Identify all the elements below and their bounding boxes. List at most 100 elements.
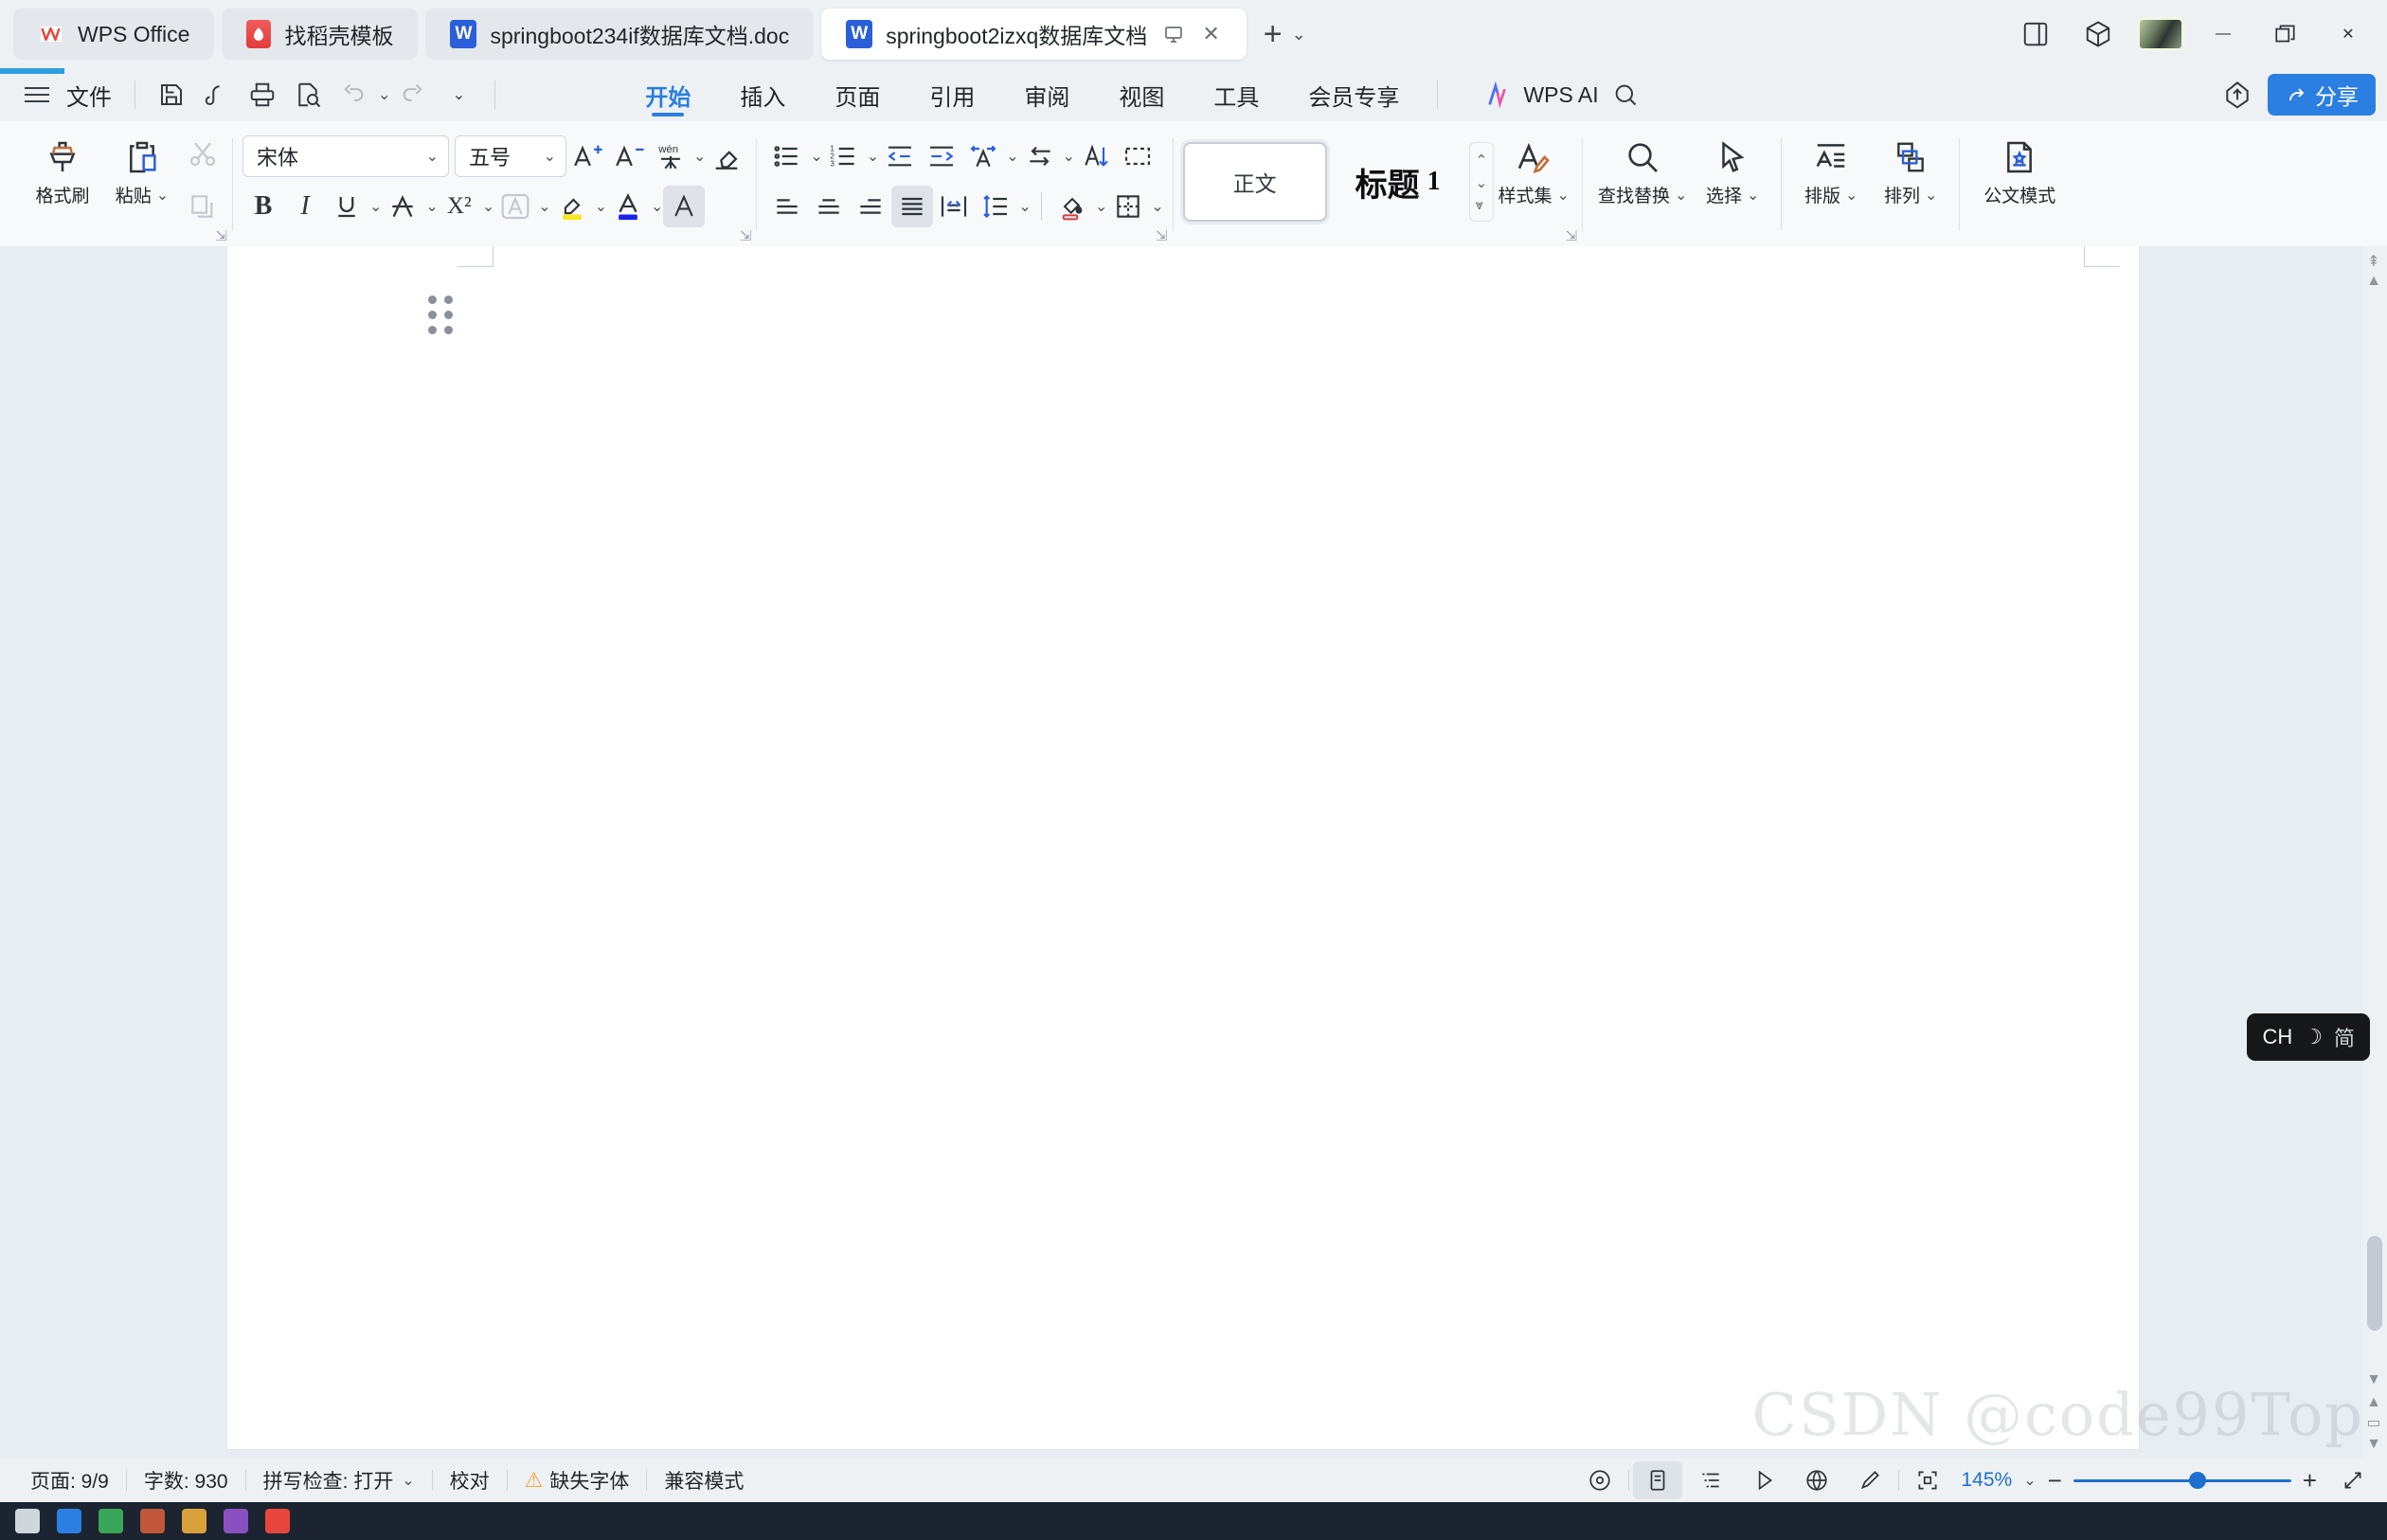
app-grid-icon[interactable] (2006, 8, 2065, 61)
close-tab-icon[interactable]: ✕ (1200, 22, 1221, 46)
enclose-character-button[interactable] (494, 186, 536, 227)
arrange-button[interactable]: 排列 ⌄ (1871, 127, 1950, 207)
font-family-select[interactable]: 宋体 ⌄ (242, 135, 449, 177)
maximize-button[interactable] (2256, 8, 2315, 61)
save-icon[interactable] (149, 74, 194, 116)
close-window-button[interactable]: ✕ (2319, 8, 2378, 61)
italic-button[interactable]: I (284, 186, 326, 227)
taskbar-app-icon[interactable] (99, 1509, 123, 1533)
file-menu-button[interactable]: 文件 (57, 79, 121, 112)
print-preview-icon[interactable] (285, 74, 331, 116)
strikethrough-button[interactable] (382, 186, 423, 227)
chevron-down-icon[interactable]: ⌄ (538, 197, 550, 216)
chevron-down-icon[interactable]: ⌄ (369, 197, 382, 216)
pinyin-guide-button[interactable]: wén (650, 135, 691, 177)
copy-button[interactable] (182, 186, 224, 227)
zoom-slider[interactable] (2073, 1461, 2291, 1499)
outline-view-icon[interactable] (1686, 1461, 1735, 1499)
previous-page-icon[interactable]: ▲ (2364, 1394, 2383, 1411)
chevron-down-icon[interactable]: ⌄ (482, 197, 494, 216)
cut-button[interactable] (182, 133, 224, 174)
styles-scroll-down-button[interactable]: ⌄ (1476, 174, 1488, 191)
increase-font-size-button[interactable] (566, 135, 608, 177)
style-normal[interactable]: 正文 (1182, 142, 1327, 222)
style-set-button[interactable]: 样式集 ⌄ (1494, 127, 1573, 207)
increase-indent-button[interactable] (921, 135, 962, 177)
redo-icon[interactable] (390, 74, 436, 116)
scroll-top-icon[interactable]: ⇞ (2364, 252, 2383, 271)
zoom-slider-knob[interactable] (2188, 1472, 2206, 1489)
presentation-view-icon[interactable] (1739, 1461, 1788, 1499)
chevron-down-icon[interactable]: ⌄ (378, 85, 390, 104)
wps-ai-button[interactable]: WPS AI (1483, 81, 1638, 108)
document-page[interactable] (227, 246, 2139, 1449)
chevron-down-icon[interactable]: ⌄ (651, 197, 663, 216)
new-tab-button[interactable]: + (1254, 18, 1292, 50)
paste-button[interactable]: 粘贴 ⌄ (102, 127, 182, 207)
chevron-down-icon[interactable]: ⌄ (1018, 197, 1031, 216)
taskbar-app-icon[interactable] (182, 1509, 206, 1533)
borders-button[interactable] (1107, 186, 1149, 227)
paragraph-drag-handle-icon[interactable] (428, 295, 453, 334)
undo-icon[interactable] (331, 74, 376, 116)
ink-annotation-icon[interactable] (1845, 1461, 1894, 1499)
numbered-list-button[interactable]: 1 2 3 (823, 135, 865, 177)
chevron-down-icon[interactable]: ⌄ (1557, 186, 1570, 205)
show-formatting-marks-button[interactable] (1117, 135, 1158, 177)
text-highlight-button[interactable] (551, 186, 593, 227)
style-heading-1[interactable]: 标题 1 (1327, 142, 1469, 222)
tab-insert[interactable]: 插入 (715, 68, 810, 121)
chevron-down-icon[interactable]: ⌄ (1095, 197, 1107, 216)
paragraph-dialog-launcher[interactable]: ⇲ (1156, 227, 1168, 244)
tab-springboot234if-doc[interactable]: W springboot234if数据库文档.doc (425, 9, 815, 60)
font-size-select[interactable]: 五号 ⌄ (455, 135, 566, 177)
taskbar-app-icon[interactable] (140, 1509, 165, 1533)
scroll-up-arrow-icon[interactable]: ▲ (2364, 273, 2383, 290)
styles-more-button[interactable]: ⩔ (1476, 197, 1488, 213)
align-center-button[interactable] (808, 186, 850, 227)
vertical-scrollbar[interactable]: ⇞ ▲ ▼ ▲ ▭ ▼ (2362, 246, 2387, 1459)
upload-cloud-icon[interactable] (2222, 80, 2252, 110)
search-icon[interactable] (1612, 81, 1639, 108)
chevron-down-icon[interactable]: ⌄ (1063, 147, 1075, 166)
styles-dialog-launcher[interactable]: ⇲ (1566, 227, 1578, 244)
paragraph-shading-button[interactable] (1051, 186, 1093, 227)
zoom-in-button[interactable]: + (2295, 1466, 2324, 1495)
chevron-down-icon[interactable]: ⌄ (1151, 197, 1163, 216)
taskbar-app-icon[interactable] (265, 1509, 290, 1533)
page-view-icon[interactable] (1632, 1461, 1682, 1499)
chevron-down-icon[interactable]: ⌄ (595, 197, 607, 216)
chevron-down-icon[interactable]: ⌄ (1292, 25, 1306, 45)
chevron-down-icon[interactable]: ⌄ (1747, 186, 1759, 205)
underline-button[interactable] (326, 186, 368, 227)
cube-icon[interactable] (2069, 8, 2127, 61)
scrollbar-thumb[interactable] (2367, 1236, 2382, 1331)
clear-formatting-button[interactable] (706, 135, 747, 177)
tab-wps-office[interactable]: WPS Office (13, 9, 215, 60)
format-painter-button[interactable]: 格式刷 (23, 127, 102, 207)
font-color-button[interactable] (607, 186, 649, 227)
align-right-button[interactable] (850, 186, 891, 227)
bulleted-list-button[interactable] (766, 135, 808, 177)
decrease-font-size-button[interactable] (608, 135, 650, 177)
ime-indicator[interactable]: CH ☽ 简 (2247, 1013, 2370, 1061)
official-doc-mode-button[interactable]: 公文模式 (1969, 127, 2070, 207)
restore-window-icon[interactable] (1160, 23, 1187, 45)
chevron-down-icon[interactable]: ⌄ (425, 197, 438, 216)
page-indicator[interactable]: 页面: 9/9 (13, 1466, 126, 1495)
select-browse-object-icon[interactable]: ▭ (2364, 1413, 2383, 1432)
spellcheck-status[interactable]: 拼写检查: 打开 ⌄ (246, 1466, 432, 1495)
minimize-button[interactable]: — (2194, 8, 2252, 61)
focus-view-icon[interactable] (1575, 1461, 1624, 1499)
bold-button[interactable]: B (242, 186, 284, 227)
fullscreen-icon[interactable] (1903, 1461, 1952, 1499)
tab-member[interactable]: 会员专享 (1283, 68, 1424, 121)
tab-view[interactable]: 视图 (1094, 68, 1189, 121)
decrease-indent-button[interactable] (879, 135, 921, 177)
tab-springboot2izxq-doc[interactable]: W springboot2izxq数据库文档 ✕ (821, 9, 1247, 60)
zoom-out-button[interactable]: − (2040, 1466, 2070, 1495)
find-replace-button[interactable]: 查找替换 ⌄ (1592, 127, 1693, 207)
start-button-icon[interactable] (15, 1509, 40, 1533)
line-spacing-button[interactable] (975, 186, 1016, 227)
customize-caret-icon[interactable]: ⌄ (436, 74, 481, 116)
